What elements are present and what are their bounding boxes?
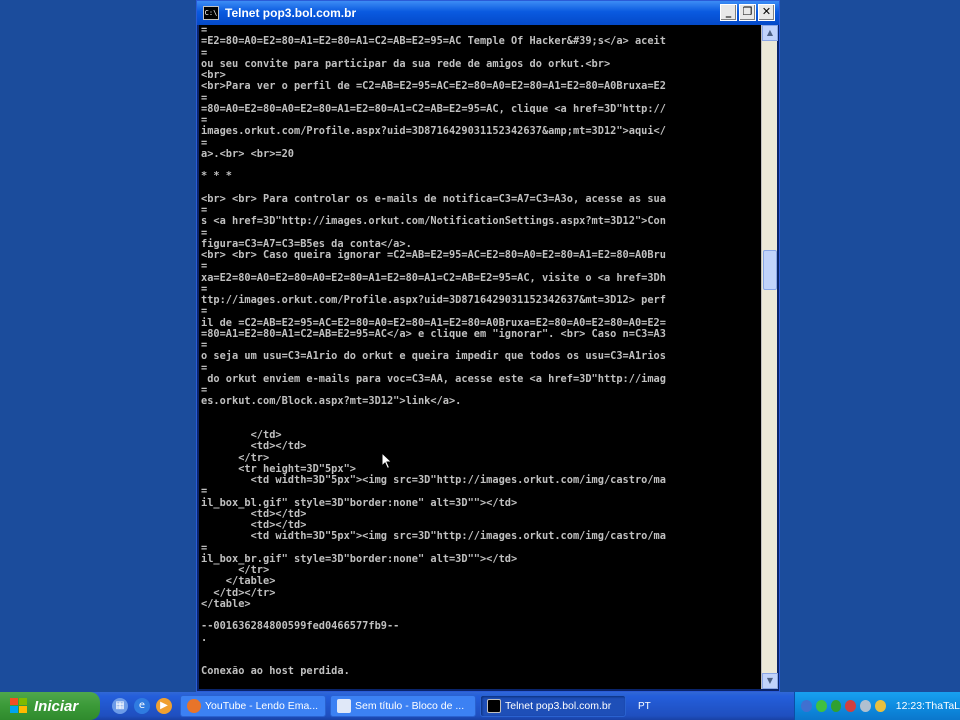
media-player-icon[interactable]: ▶ xyxy=(156,698,172,714)
help-icon[interactable] xyxy=(801,700,812,712)
internet-explorer-icon[interactable]: e xyxy=(134,698,150,714)
quick-launch: ▦ e ▶ xyxy=(112,698,172,714)
task-youtube[interactable]: YouTube - Lendo Ema... xyxy=(180,695,326,717)
start-label: Iniciar xyxy=(34,697,79,715)
telnet-window[interactable]: C:\ Telnet pop3.bol.com.br _ ❐ ✕ = =E2=8… xyxy=(196,0,780,692)
notepad-icon xyxy=(337,699,351,713)
network-icon[interactable] xyxy=(815,700,827,712)
volume-icon[interactable] xyxy=(860,700,871,712)
window-title: Telnet pop3.bol.com.br xyxy=(225,6,357,20)
task-notepad[interactable]: Sem título - Bloco de ... xyxy=(330,695,476,717)
scroll-down-button[interactable]: ▼ xyxy=(762,673,778,689)
windows-flag-icon xyxy=(10,698,28,714)
console-icon: C:\ xyxy=(203,6,219,20)
start-button[interactable]: Iniciar xyxy=(0,692,100,720)
clock[interactable]: 12:23:ThaTaL xyxy=(896,700,960,712)
task-label: Sem título - Bloco de ... xyxy=(355,700,465,712)
minimize-button[interactable]: _ xyxy=(720,4,737,21)
mouse-cursor-icon xyxy=(381,452,393,470)
system-tray: 12:23:ThaTaL xyxy=(794,692,960,720)
task-label: YouTube - Lendo Ema... xyxy=(205,700,319,712)
task-label: Telnet pop3.bol.com.br xyxy=(505,700,612,712)
console-icon xyxy=(487,699,501,713)
scroll-up-button[interactable]: ▲ xyxy=(762,25,778,41)
console-text: = =E2=80=A0=E2=80=A1=E2=80=A1=C2=AB=E2=9… xyxy=(201,25,666,678)
firefox-icon xyxy=(187,699,201,713)
language-indicator[interactable]: PT xyxy=(638,701,651,712)
scroll-thumb[interactable] xyxy=(763,250,777,290)
task-telnet[interactable]: Telnet pop3.bol.com.br xyxy=(480,695,626,717)
antivirus-icon[interactable] xyxy=(845,700,857,712)
shield-icon[interactable] xyxy=(830,700,842,712)
update-icon[interactable] xyxy=(874,700,886,712)
desktop-icon[interactable]: ▦ xyxy=(112,698,128,714)
window-titlebar[interactable]: C:\ Telnet pop3.bol.com.br _ ❐ ✕ xyxy=(197,1,779,25)
console-output[interactable]: = =E2=80=A0=E2=80=A1=E2=80=A1=C2=AB=E2=9… xyxy=(199,25,763,689)
close-button[interactable]: ✕ xyxy=(758,4,775,21)
vertical-scrollbar[interactable]: ▲ ▼ xyxy=(761,25,778,689)
taskbar: Iniciar ▦ e ▶ YouTube - Lendo Ema... Sem… xyxy=(0,692,960,720)
maximize-button[interactable]: ❐ xyxy=(739,4,756,21)
